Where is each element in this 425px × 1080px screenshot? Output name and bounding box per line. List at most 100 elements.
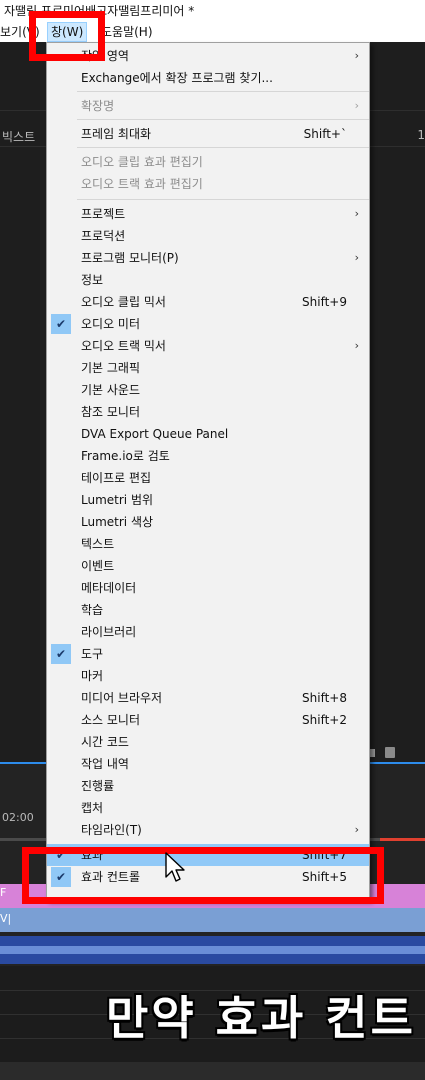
menu-item-label: DVA Export Queue Panel bbox=[81, 427, 229, 441]
annotation-box-effects bbox=[22, 847, 384, 904]
menu-item[interactable]: 기본 그래픽 bbox=[47, 357, 369, 379]
menu-item-shortcut: Shift+` bbox=[303, 127, 347, 141]
video-subtitle-caption: 만약 효과 컨트 bbox=[106, 991, 416, 1045]
menu-item[interactable]: 테이프로 편집 bbox=[47, 467, 369, 489]
menu-item[interactable]: 텍스트 bbox=[47, 533, 369, 555]
timeline-scrollbar[interactable] bbox=[0, 1062, 425, 1080]
menu-item-label: 이벤트 bbox=[81, 559, 115, 573]
menu-item-shortcut: Shift+8 bbox=[302, 691, 347, 705]
checkmark-icon: ✔ bbox=[51, 314, 71, 334]
menu-item[interactable]: 소스 모니터 Shift+2 bbox=[47, 709, 369, 731]
menu-item[interactable]: 캡처 bbox=[47, 797, 369, 819]
timeline-clip-video[interactable]: V| bbox=[0, 908, 425, 932]
menu-item-label: Exchange에서 확장 프로그램 찾기... bbox=[81, 71, 273, 85]
menu-item-shortcut: Shift+9 bbox=[302, 295, 347, 309]
menu-item[interactable]: 오디오 트랙 믹서 › bbox=[47, 335, 369, 357]
menu-separator bbox=[77, 199, 369, 200]
menu-help[interactable]: 도움말(H) bbox=[98, 22, 156, 42]
menu-item: 오디오 트랙 효과 편집기 bbox=[47, 173, 369, 195]
trash-icon[interactable] bbox=[385, 747, 395, 758]
submenu-arrow-icon: › bbox=[354, 339, 359, 352]
menu-item-label: 정보 bbox=[81, 273, 104, 287]
menu-item[interactable]: 메타데이터 bbox=[47, 577, 369, 599]
menu-item-label: 텍스트 bbox=[81, 537, 115, 551]
menu-separator bbox=[77, 119, 369, 120]
submenu-arrow-icon: › bbox=[354, 251, 359, 264]
work-area-bar bbox=[380, 838, 425, 841]
menu-item[interactable]: 시간 코드 bbox=[47, 731, 369, 753]
menu-item[interactable]: 기본 사운드 bbox=[47, 379, 369, 401]
menu-item[interactable]: 오디오 클립 믹서 Shift+9 bbox=[47, 291, 369, 313]
menu-item-label: 캡처 bbox=[81, 801, 104, 815]
annotation-box-window-menu bbox=[29, 11, 105, 61]
menu-item-label: 프로젝트 bbox=[81, 207, 126, 221]
menu-item[interactable]: DVA Export Queue Panel bbox=[47, 423, 369, 445]
menu-item-label: 기본 사운드 bbox=[81, 383, 141, 397]
menu-item-label: 오디오 트랙 효과 편집기 bbox=[81, 177, 203, 191]
menu-item: 확장명 › bbox=[47, 95, 369, 117]
menu-item[interactable]: ✔ 도구 bbox=[47, 643, 369, 665]
menu-item[interactable]: 이벤트 bbox=[47, 555, 369, 577]
menu-item[interactable]: 작업 내역 bbox=[47, 753, 369, 775]
menu-item[interactable]: 프로젝트 › bbox=[47, 203, 369, 225]
menu-item-label: 오디오 미터 bbox=[81, 317, 141, 331]
panel-tab-left[interactable]: 빅스트 bbox=[2, 128, 35, 145]
panel-tab-right[interactable]: 1 bbox=[417, 128, 425, 142]
menu-item-label: 참조 모니터 bbox=[81, 405, 141, 419]
menu-item-label: 미디어 브라우저 bbox=[81, 691, 163, 705]
menu-item-label: 학습 bbox=[81, 603, 104, 617]
menu-item-label: 오디오 클립 효과 편집기 bbox=[81, 155, 203, 169]
menu-item-label: 소스 모니터 bbox=[81, 713, 141, 727]
menu-item[interactable]: Frame.io로 검토 bbox=[47, 445, 369, 467]
mouse-cursor-icon bbox=[165, 852, 185, 882]
menu-item[interactable]: 참조 모니터 bbox=[47, 401, 369, 423]
menu-item: 오디오 클립 효과 편집기 bbox=[47, 151, 369, 173]
submenu-arrow-icon: › bbox=[354, 207, 359, 220]
checkmark-icon: ✔ bbox=[51, 644, 71, 664]
menu-item-label: 기본 그래픽 bbox=[81, 361, 141, 375]
menu-item[interactable]: 타임라인(T) › bbox=[47, 819, 369, 841]
menu-item-label: Lumetri 색상 bbox=[81, 515, 154, 529]
menu-item[interactable]: 프레임 최대화 Shift+` bbox=[47, 123, 369, 145]
window-menu-dropdown: 작업 영역 › Exchange에서 확장 프로그램 찾기... 확장명 › 프레임 최대… bbox=[46, 42, 370, 900]
menu-item-label: 작업 내역 bbox=[81, 757, 129, 771]
menu-item-label: 오디오 클립 믹서 bbox=[81, 295, 166, 309]
submenu-arrow-icon: › bbox=[354, 823, 359, 836]
menu-item[interactable]: Exchange에서 확장 프로그램 찾기... bbox=[47, 67, 369, 89]
clip-label: V| bbox=[0, 912, 12, 925]
menu-item-label: 라이브러리 bbox=[81, 625, 137, 639]
menu-item-label: 확장명 bbox=[81, 99, 115, 113]
panel-footer-icons bbox=[367, 747, 407, 759]
menu-item-label: 테이프로 편집 bbox=[81, 471, 152, 485]
menu-item[interactable]: 미디어 브라우저 Shift+8 bbox=[47, 687, 369, 709]
menu-item[interactable]: 라이브러리 bbox=[47, 621, 369, 643]
menu-item-label: 프로그램 모니터(P) bbox=[81, 251, 179, 265]
menu-item[interactable]: 프로그램 모니터(P) › bbox=[47, 247, 369, 269]
menu-item-label: 프레임 최대화 bbox=[81, 127, 152, 141]
submenu-arrow-icon: › bbox=[354, 99, 359, 112]
menu-separator bbox=[77, 147, 369, 148]
menu-item[interactable]: 진행률 bbox=[47, 775, 369, 797]
menu-item-label: 메타데이터 bbox=[81, 581, 137, 595]
menu-item[interactable]: 정보 bbox=[47, 269, 369, 291]
menu-item-label: 마커 bbox=[81, 669, 104, 683]
menu-item-label: 타임라인(T) bbox=[81, 823, 142, 837]
menu-item-label: 시간 코드 bbox=[81, 735, 129, 749]
waveform-band bbox=[0, 946, 425, 954]
submenu-arrow-icon: › bbox=[354, 49, 359, 62]
menu-item[interactable]: Lumetri 범위 bbox=[47, 489, 369, 511]
menu-item[interactable]: 프로덕션 bbox=[47, 225, 369, 247]
menu-item-shortcut: Shift+2 bbox=[302, 713, 347, 727]
menu-item-label: 프로덕션 bbox=[81, 229, 126, 243]
menu-item[interactable]: 학습 bbox=[47, 599, 369, 621]
menu-item[interactable]: 마커 bbox=[47, 665, 369, 687]
menu-item[interactable]: ✔ 오디오 미터 bbox=[47, 313, 369, 335]
clip-label: F bbox=[0, 886, 7, 899]
menu-separator bbox=[77, 91, 369, 92]
timeline-timecode: 02:00 bbox=[2, 811, 34, 824]
audio-waveform-clip[interactable] bbox=[0, 936, 425, 964]
menu-item[interactable]: Lumetri 색상 bbox=[47, 511, 369, 533]
menu-item-label: 진행률 bbox=[81, 779, 115, 793]
menu-item-label: Frame.io로 검토 bbox=[81, 449, 170, 463]
menu-item-label: 도구 bbox=[81, 647, 104, 661]
